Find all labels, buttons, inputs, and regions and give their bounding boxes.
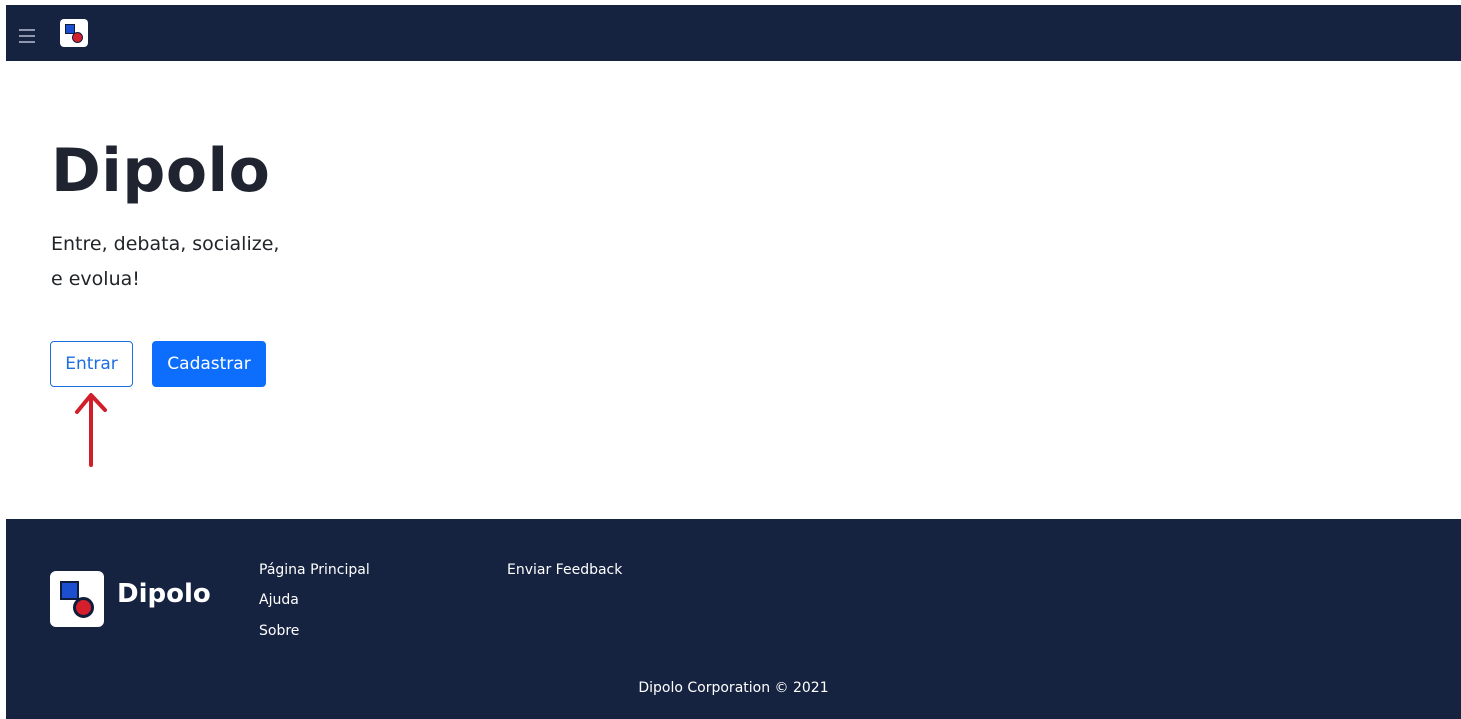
tagline-line-1: Entre, debata, socialize,: [51, 233, 280, 255]
footer-link-pagina-principal[interactable]: Página Principal: [259, 562, 370, 578]
footer-link-enviar-feedback[interactable]: Enviar Feedback: [507, 562, 622, 578]
logo-circle: [72, 32, 83, 43]
login-button[interactable]: Entrar: [50, 341, 133, 387]
site-footer: Dipolo Página Principal Ajuda Sobre Envi…: [6, 519, 1461, 719]
signup-button[interactable]: Cadastrar: [152, 341, 266, 387]
footer-link-sobre[interactable]: Sobre: [259, 623, 299, 639]
logo-circle: [73, 597, 94, 618]
footer-brand: Dipolo: [117, 579, 211, 609]
top-navbar: [6, 5, 1461, 61]
page-title: Dipolo: [51, 136, 271, 206]
footer-link-ajuda[interactable]: Ajuda: [259, 592, 299, 608]
hamburger-menu-icon[interactable]: [19, 29, 35, 43]
copyright-text: Dipolo Corporation © 2021: [638, 680, 829, 696]
tagline-line-2: e evolua!: [51, 268, 140, 290]
red-arrow-up-icon: [75, 393, 107, 467]
logo-square: [60, 581, 79, 600]
footer-logo-icon: [50, 571, 104, 627]
dipolo-logo-icon[interactable]: [60, 19, 88, 47]
